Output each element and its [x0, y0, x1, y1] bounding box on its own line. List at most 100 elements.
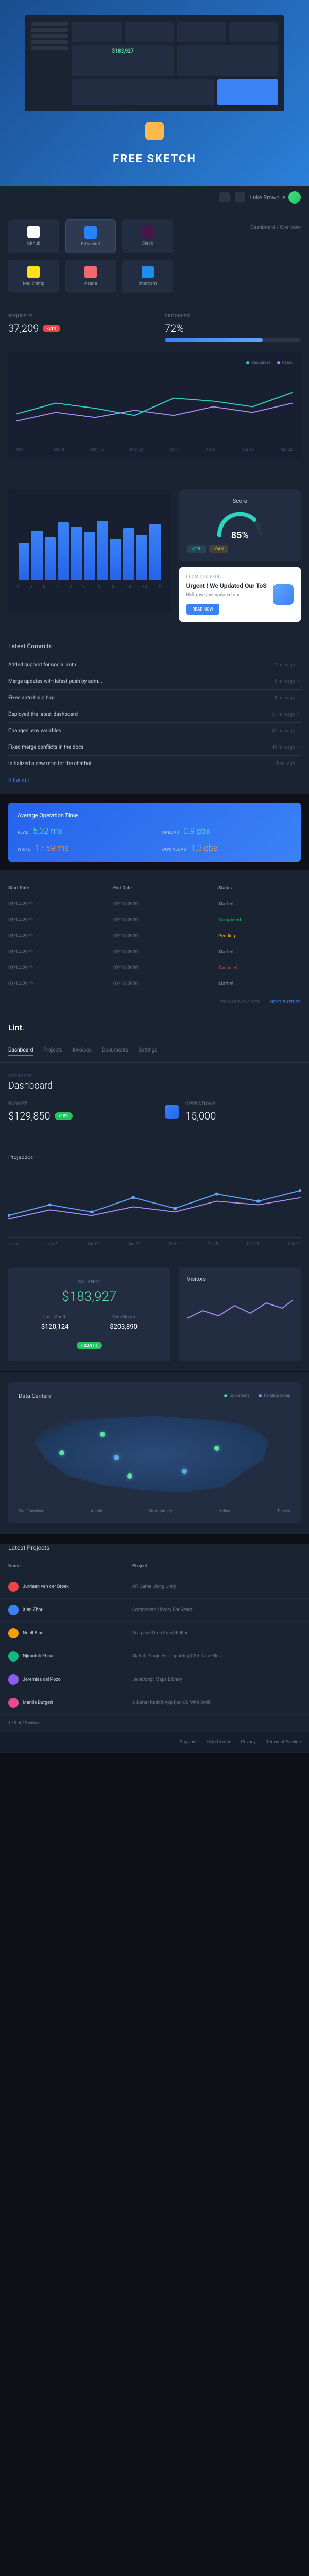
avatar — [288, 191, 301, 204]
footer-link-terms-of-service[interactable]: Terms of Service — [266, 1740, 301, 1745]
grid-icon[interactable] — [219, 192, 230, 202]
download-value: 1.3 gbs — [191, 843, 217, 853]
next-entries-link[interactable]: NEXT ENTRIES — [270, 999, 301, 1004]
requests-value: 37,209 -21% — [8, 322, 144, 334]
status-table: Start Date End Date Status 02/14/201902/… — [0, 870, 309, 1014]
commit-row[interactable]: Added support for social auth1 min ago ⋯ — [8, 657, 301, 673]
project-row[interactable]: Njimoluh EbuaSketch Plugin For Importing… — [0, 1645, 309, 1668]
bar-chart — [16, 498, 163, 580]
balance-value: $183,927 — [21, 1289, 158, 1304]
bar — [149, 524, 160, 580]
projection-section: Projection Jan 4Jan 8Jan 15Jan 22Feb 1Fe… — [0, 1143, 309, 1257]
blog-card: FROM OUR BLOG Urgent ! We Updated Our To… — [179, 567, 301, 622]
table-row: 02/14/201902/18/2020Started — [8, 896, 301, 912]
tab-invoices[interactable]: Invoices — [73, 1047, 92, 1056]
bar-score-section: 4567891011121314 Score 85% +CPU +RAM FRO… — [0, 479, 309, 632]
bar — [110, 539, 121, 580]
requests-label: REQUESTS — [8, 314, 144, 319]
project-row[interactable]: Xian ZhouComponent Library For React — [0, 1599, 309, 1622]
integration-intercom[interactable]: Intercom — [122, 260, 173, 293]
bar — [19, 543, 29, 580]
commit-row[interactable]: Merge updates with latest push by adm...… — [8, 673, 301, 690]
view-all-link[interactable]: VIEW ALL — [8, 778, 30, 784]
lint-overview: OVERVIEW Dashboard BUDGET $129,850 +18% … — [0, 1063, 309, 1143]
chevron-down-icon: ▾ — [282, 194, 285, 201]
metrics-section: REQUESTS 37,209 -21% PROGRESS 72% Resour… — [0, 303, 309, 479]
overview-label: OVERVIEW — [8, 1074, 301, 1078]
user-name: Luke Brown — [250, 194, 280, 201]
opcard-title: Average Operation Time — [18, 812, 291, 819]
score-title: Score — [187, 498, 293, 504]
tab-documents[interactable]: Documents — [102, 1047, 128, 1056]
line-chart — [16, 371, 293, 443]
table-row: 02/14/201902/18/2020Pending — [8, 928, 301, 944]
integration-mailchimp[interactable]: Mailchimp — [8, 260, 59, 293]
lint-header: Lint — [0, 1014, 309, 1041]
operation-time-card: Average Operation Time READ5.32 ms UPLOA… — [8, 803, 301, 862]
mailchimp-icon — [27, 266, 40, 278]
write-value: 17.59 ms — [35, 843, 69, 853]
lint-tabs: Dashboard Projects Invoices Documents Settin… — [0, 1041, 309, 1063]
table-row: 02/14/201902/18/2020Started — [8, 976, 301, 992]
visitors-chart — [187, 1287, 293, 1329]
notification-icon[interactable] — [235, 192, 245, 202]
progress-value: 72% — [165, 322, 301, 334]
tab-settings[interactable]: Settings — [139, 1047, 158, 1056]
commit-row[interactable]: Changed .env variables41 min ago ⋯ — [8, 723, 301, 739]
budget-delta: +18% — [55, 1112, 73, 1120]
legend-operational: Operational — [224, 1393, 250, 1398]
score-card: Score 85% +CPU +RAM — [179, 489, 301, 561]
commit-row[interactable]: Fixed auto-build bug8 min ago ⋯ — [8, 690, 301, 706]
integration-github[interactable]: Github — [8, 219, 59, 253]
integration-asana[interactable]: Asana — [65, 260, 116, 293]
lint-logo: Lint — [8, 1023, 301, 1032]
balance-visitors-section: Balance $183,927 Last Month $120,124 Thi… — [0, 1257, 309, 1371]
footer: Support Help Center Privacy Terms of Servic… — [0, 1732, 309, 1753]
bar — [71, 527, 82, 580]
footer-link-privacy[interactable]: Privacy — [241, 1740, 256, 1745]
progress-label: PROGRESS — [165, 314, 301, 319]
visitors-card: Visitors — [179, 1267, 301, 1361]
prev-entries-link[interactable]: PREVIOUS ENTRIES — [219, 999, 260, 1004]
asana-icon — [84, 266, 97, 278]
project-row[interactable]: Jurriaan van der BroekAR Game Using Unit… — [0, 1575, 309, 1599]
commit-row[interactable]: Deployed the latest dashboard31 min ago … — [8, 706, 301, 723]
project-row[interactable]: Jeremias del PozoJavaScript Maps Library — [0, 1668, 309, 1691]
hero-dashboard-preview: $183,927 — [25, 15, 284, 111]
tab-dashboard[interactable]: Dashboard — [8, 1047, 33, 1056]
intercom-icon — [142, 266, 154, 278]
commit-row[interactable]: Initialized a new repo for the chatbot1 … — [8, 756, 301, 772]
operations-value: 15,000 — [185, 1110, 216, 1122]
bar — [136, 535, 147, 580]
bar — [58, 522, 68, 580]
bar — [123, 528, 134, 580]
bar-chart-card: 4567891011121314 — [8, 489, 171, 614]
city-label: Helena — [218, 1509, 231, 1513]
blog-tag: FROM OUR BLOG — [186, 574, 294, 579]
read-now-button[interactable]: READ NOW — [186, 604, 219, 615]
balance-card: Balance $183,927 Last Month $120,124 Thi… — [8, 1267, 170, 1361]
project-row[interactable]: Noell BlueDrag-and-Drop Email Editor — [0, 1622, 309, 1645]
table-row: 02/14/201902/18/2020Completed — [8, 912, 301, 928]
project-row[interactable]: Mariile BurgettA Better Reddit App For i… — [0, 1691, 309, 1715]
bar — [31, 531, 42, 580]
budget-value: $129,850 +18% — [8, 1110, 144, 1122]
progress-bar — [165, 338, 301, 342]
pagination: 1-10 of 25 entries — [0, 1715, 309, 1732]
visitors-title: Visitors — [187, 1276, 293, 1282]
commit-row[interactable]: Fixed merge conflicts in the docs49 min … — [8, 739, 301, 756]
topbar: Luke Brown ▾ — [0, 186, 309, 209]
line-chart-card: Resources Users Mar 1Mar 8Mar 15Mar 22Ap… — [8, 352, 301, 460]
integration-bitbucket[interactable]: Bitbucket — [65, 219, 116, 253]
user-menu[interactable]: Luke Brown ▾ — [250, 191, 301, 204]
bitbucket-icon — [84, 226, 97, 239]
avatar — [8, 1605, 19, 1615]
requests-delta: -21% — [43, 325, 60, 332]
city-label: Austin — [91, 1509, 102, 1513]
footer-link-help-center[interactable]: Help Center — [207, 1740, 231, 1745]
hero-banner: $183,927 FREE SKETCH — [0, 0, 309, 186]
breadcrumb: Dashboard / Overview — [250, 225, 301, 230]
tab-projects[interactable]: Projects — [43, 1047, 62, 1056]
footer-link-support[interactable]: Support — [180, 1740, 196, 1745]
integration-slack[interactable]: Slack — [122, 219, 173, 253]
